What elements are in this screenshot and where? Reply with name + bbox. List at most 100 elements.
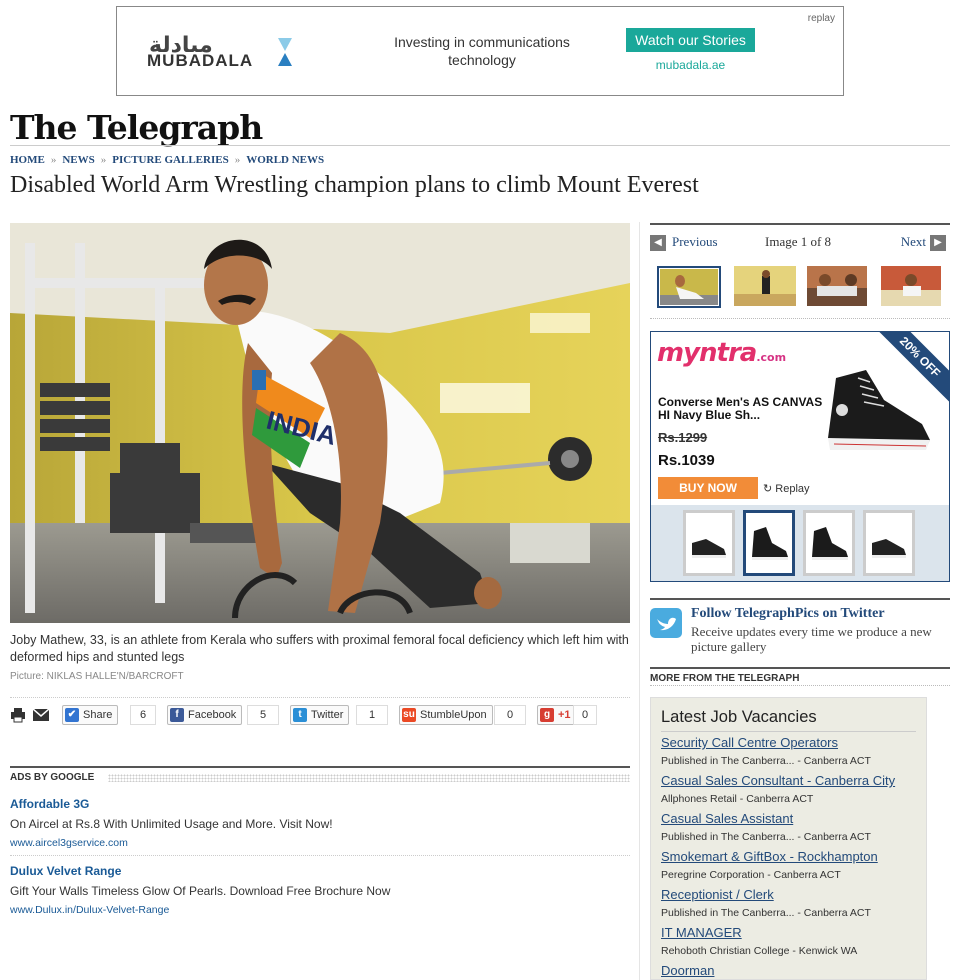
mubadala-logo: MUBADALA bbox=[147, 51, 254, 70]
job-item: Casual Sales Assistant Published in The … bbox=[661, 811, 921, 843]
job-title-link[interactable]: Doorman bbox=[661, 963, 921, 978]
ad-title[interactable]: Affordable 3G bbox=[10, 797, 630, 811]
myntra-ad[interactable]: myntra.com 20% OFF Converse Men's AS CAN… bbox=[650, 331, 950, 582]
sale-price: Rs.1039 bbox=[658, 452, 715, 469]
ad-url[interactable]: www.Dulux.in/Dulux-Velvet-Range bbox=[10, 904, 630, 916]
gallery-thumbnail[interactable] bbox=[734, 266, 796, 306]
share-bar: ✔ Share 6 f Facebook 5 t Twitter 1 su St… bbox=[10, 705, 630, 727]
stumbleupon-count: 0 bbox=[494, 705, 526, 725]
job-title-link[interactable]: Smokemart & GiftBox - Rockhampton bbox=[661, 849, 921, 864]
job-meta: Published in The Canberra... - Canberra … bbox=[661, 907, 871, 919]
chevron-left-icon: ◀ bbox=[650, 235, 666, 252]
image-counter: Image 1 of 8 bbox=[765, 234, 832, 249]
shoe-swatch[interactable] bbox=[803, 510, 855, 576]
replay-icon: ↻ bbox=[763, 483, 773, 495]
job-title-link[interactable]: Casual Sales Assistant bbox=[661, 811, 921, 826]
facebook-label: Facebook bbox=[188, 709, 237, 721]
twitter-promo: Follow TelegraphPics on Twitter Receive … bbox=[650, 598, 950, 654]
gallery-thumbnail[interactable] bbox=[657, 266, 721, 308]
page-title: Disabled World Arm Wrestling champion pl… bbox=[10, 172, 699, 198]
twitter-follow-link[interactable]: Follow TelegraphPics on Twitter bbox=[691, 606, 885, 622]
google-plus-label: +1 bbox=[558, 709, 571, 721]
myntra-domain: .com bbox=[756, 351, 787, 364]
previous-button[interactable]: ◀ Previous bbox=[650, 234, 718, 252]
shoe-swatch-selected[interactable] bbox=[743, 510, 795, 576]
job-meta: Published in The Canberra... - Canberra … bbox=[661, 755, 871, 767]
jobs-divider bbox=[661, 731, 916, 732]
stumbleupon-label: StumbleUpon bbox=[420, 709, 487, 721]
gallery-divider bbox=[650, 318, 950, 319]
next-button[interactable]: Next ▶ bbox=[900, 234, 946, 252]
job-item: Receptionist / Clerk Published in The Ca… bbox=[661, 887, 921, 919]
hourglass-icon bbox=[278, 38, 292, 66]
twitter-bird-icon[interactable] bbox=[650, 608, 682, 638]
sneaker-image bbox=[828, 370, 930, 450]
myntra-logo: myntra.com bbox=[657, 338, 786, 368]
share-button[interactable]: ✔ Share bbox=[62, 705, 119, 725]
photo-credit: Picture: NIKLAS HALLE'N/BARCROFT bbox=[10, 671, 184, 682]
photo-caption: Joby Mathew, 33, is an athlete from Kera… bbox=[10, 633, 629, 664]
delicious-icon: ✔ bbox=[65, 708, 79, 722]
ad-title[interactable]: Dulux Velvet Range bbox=[10, 864, 630, 878]
share-divider bbox=[10, 697, 630, 698]
gallery-navigation: ◀ Previous Image 1 of 8 Next ▶ bbox=[650, 223, 950, 259]
google-ad[interactable]: Dulux Velvet Range Gift Your Walls Timel… bbox=[10, 864, 630, 916]
facebook-share-button[interactable]: f Facebook bbox=[167, 705, 243, 725]
google-plus-button[interactable]: g +1 bbox=[537, 705, 577, 725]
breadcrumb-world-news[interactable]: WORLD NEWS bbox=[246, 154, 324, 166]
ads-by-google-label: ADS BY GOOGLE bbox=[10, 772, 95, 783]
ad-site-link[interactable]: mubadala.ae bbox=[626, 58, 755, 72]
twitter-icon: t bbox=[293, 708, 307, 722]
masthead-divider bbox=[10, 145, 950, 146]
jobs-heading: Latest Job Vacancies bbox=[661, 708, 817, 726]
gallery-main-photo[interactable]: INDIA bbox=[10, 223, 630, 623]
buy-now-button[interactable]: BUY NOW bbox=[658, 477, 758, 499]
gallery-thumbnail[interactable] bbox=[881, 266, 941, 306]
stumbleupon-share-button[interactable]: su StumbleUpon bbox=[399, 705, 493, 725]
job-title-link[interactable]: Receptionist / Clerk bbox=[661, 887, 921, 902]
ad-url[interactable]: www.aircel3gservice.com bbox=[10, 837, 630, 849]
watch-stories-button[interactable]: Watch our Stories bbox=[626, 28, 755, 52]
mubadala-banner-ad[interactable]: مبادلة MUBADALA Investing in communicati… bbox=[116, 6, 844, 96]
ad-replay-button[interactable]: ↻ Replay bbox=[763, 482, 810, 495]
shoe-swatch[interactable] bbox=[863, 510, 915, 576]
telegraph-logo[interactable]: The Telegraph bbox=[10, 108, 263, 147]
breadcrumb-separator: » bbox=[234, 154, 241, 166]
myntra-brand: myntra bbox=[657, 338, 757, 368]
breadcrumb-news[interactable]: NEWS bbox=[62, 154, 94, 166]
envelope-icon[interactable] bbox=[33, 709, 49, 721]
google-plus-count: 0 bbox=[573, 705, 597, 725]
twitter-count: 1 bbox=[356, 705, 388, 725]
google-ad[interactable]: Affordable 3G On Aircel at Rs.8 With Unl… bbox=[10, 797, 630, 849]
shoe-swatch[interactable] bbox=[683, 510, 735, 576]
job-title-link[interactable]: Casual Sales Consultant - Canberra City bbox=[661, 773, 921, 788]
job-title-link[interactable]: Security Call Centre Operators bbox=[661, 735, 921, 750]
gallery-thumbnail[interactable] bbox=[807, 266, 867, 306]
twitter-promo-text: Receive updates every time we produce a … bbox=[691, 624, 932, 654]
breadcrumb-separator: » bbox=[50, 154, 57, 166]
twitter-share-button[interactable]: t Twitter bbox=[290, 705, 350, 725]
share-count: 6 bbox=[130, 705, 156, 725]
more-from-telegraph-heading: MORE FROM THE TELEGRAPH bbox=[650, 667, 950, 684]
ad-replay-link[interactable]: replay bbox=[808, 13, 835, 24]
job-item: Security Call Centre Operators Published… bbox=[661, 735, 921, 767]
job-vacancies-widget: Latest Job Vacancies Security Call Centr… bbox=[650, 697, 927, 980]
job-meta: Allphones Retail - Canberra ACT bbox=[661, 793, 814, 805]
ad-divider bbox=[10, 855, 630, 856]
job-item: Smokemart & GiftBox - Rockhampton Peregr… bbox=[661, 849, 921, 881]
job-title-link[interactable]: IT MANAGER bbox=[661, 925, 921, 940]
breadcrumb-picture-galleries[interactable]: PICTURE GALLERIES bbox=[112, 154, 228, 166]
job-meta: Published in The Canberra... - Canberra … bbox=[661, 831, 871, 843]
ad-tagline: Investing in communications technology bbox=[394, 34, 570, 68]
facebook-count: 5 bbox=[247, 705, 279, 725]
color-swatch-strip bbox=[651, 505, 949, 581]
job-item: IT MANAGER Rehoboth Christian College - … bbox=[661, 925, 921, 957]
breadcrumb-home[interactable]: HOME bbox=[10, 154, 45, 166]
printer-icon[interactable] bbox=[10, 707, 26, 723]
product-name[interactable]: Converse Men's AS CANVAS HI Navy Blue Sh… bbox=[658, 396, 828, 422]
breadcrumb-separator: » bbox=[100, 154, 107, 166]
next-label: Next bbox=[900, 234, 926, 249]
share-label: Share bbox=[83, 709, 113, 721]
job-meta: Rehoboth Christian College - Kenwick WA bbox=[661, 945, 858, 957]
more-divider bbox=[650, 685, 950, 686]
